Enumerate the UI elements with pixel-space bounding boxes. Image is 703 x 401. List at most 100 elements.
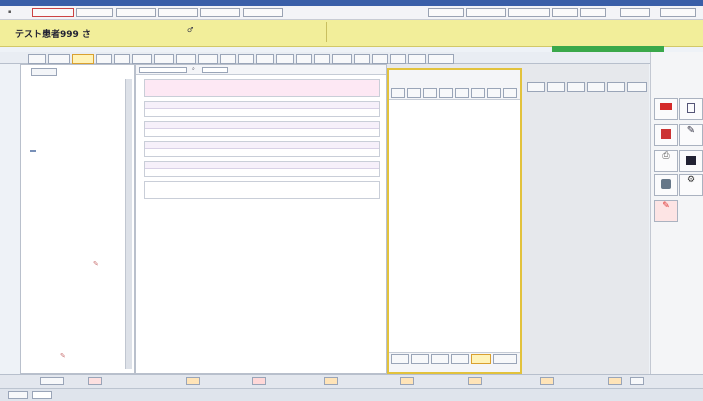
status-left-2[interactable] <box>32 391 52 399</box>
patient-header: テスト患者999 さ ♂ <box>0 20 703 47</box>
right-tool-6[interactable] <box>627 82 647 92</box>
editor-tool-8[interactable] <box>503 88 517 98</box>
tab-11[interactable] <box>238 54 254 64</box>
main-tab-row <box>0 52 650 64</box>
menubar: ▪ <box>0 6 703 20</box>
tab-12[interactable] <box>256 54 274 64</box>
tab-18[interactable] <box>372 54 388 64</box>
tab-1[interactable] <box>28 54 46 64</box>
tree-scrollbar[interactable] <box>125 79 132 369</box>
menu-button-12[interactable] <box>620 8 650 17</box>
menu-button-4[interactable] <box>158 8 198 17</box>
red-mark-icon[interactable]: ✎ <box>654 200 678 222</box>
tab-6[interactable] <box>132 54 152 64</box>
note-date <box>145 162 379 169</box>
menu-button-7[interactable] <box>428 8 464 17</box>
tree-item-selected[interactable] <box>30 150 36 152</box>
tab-13[interactable] <box>276 54 294 64</box>
tab-8[interactable] <box>176 54 196 64</box>
menu-button-6[interactable] <box>243 8 283 17</box>
menu-button-5[interactable] <box>200 8 240 17</box>
tree-items <box>22 78 122 374</box>
tab-21[interactable] <box>428 54 454 64</box>
editor-tool-3[interactable] <box>423 88 437 98</box>
header-right-box <box>326 22 386 42</box>
editor-text-area[interactable] <box>389 101 520 341</box>
right-tool-4[interactable] <box>587 82 605 92</box>
menu-button-11[interactable] <box>580 8 606 17</box>
menu-button-9[interactable] <box>508 8 550 17</box>
note-card[interactable] <box>144 141 380 157</box>
editor-bottom-tabs <box>389 352 520 372</box>
notes-filter-button[interactable] <box>202 67 228 73</box>
search-icon[interactable]: ⌕ <box>192 66 195 72</box>
tab-7[interactable] <box>154 54 174 64</box>
bottom-tab-2[interactable] <box>88 377 102 385</box>
tab-16[interactable] <box>332 54 352 64</box>
bottom-tab-10[interactable] <box>630 377 644 385</box>
notes-filter-input[interactable] <box>139 67 187 73</box>
tab-10[interactable] <box>220 54 236 64</box>
editor-tool-2[interactable] <box>407 88 421 98</box>
note-header-text <box>145 80 379 84</box>
bottom-tab-8[interactable] <box>540 377 554 385</box>
editor-tool-7[interactable] <box>487 88 501 98</box>
menu-button-10[interactable] <box>552 8 578 17</box>
tab-17[interactable] <box>354 54 370 64</box>
minimize-icon[interactable]: ▪ <box>8 9 11 15</box>
disk-icon[interactable] <box>654 174 678 196</box>
right-tool-1[interactable] <box>527 82 545 92</box>
editor-tab-5[interactable] <box>471 354 491 364</box>
settings-icon[interactable]: ⚙ <box>679 174 703 196</box>
note-card[interactable] <box>144 121 380 137</box>
tab-5[interactable] <box>114 54 130 64</box>
note-card-header[interactable] <box>144 79 380 97</box>
bottom-tab-3[interactable] <box>186 377 200 385</box>
editor-tab-6[interactable] <box>493 354 517 364</box>
bottom-tab-4[interactable] <box>252 377 266 385</box>
printer-icon[interactable]: ⎙ <box>654 150 678 172</box>
editor-tool-5[interactable] <box>455 88 469 98</box>
note-date <box>145 122 379 129</box>
document-icon[interactable] <box>679 98 703 120</box>
right-tool-5[interactable] <box>607 82 625 92</box>
note-card[interactable] <box>144 181 380 199</box>
bottom-tab-1[interactable] <box>40 377 64 385</box>
calendar-icon[interactable] <box>654 124 678 146</box>
bottom-tab-5[interactable] <box>324 377 338 385</box>
editor-tab-1[interactable] <box>391 354 409 364</box>
editor-tool-1[interactable] <box>391 88 405 98</box>
tab-19[interactable] <box>390 54 406 64</box>
editor-tab-2[interactable] <box>411 354 429 364</box>
note-card[interactable] <box>144 161 380 177</box>
tab-15[interactable] <box>314 54 330 64</box>
menu-button-3[interactable] <box>116 8 156 17</box>
patient-name: テスト患者999 さ <box>15 30 91 40</box>
editor-tool-6[interactable] <box>471 88 485 98</box>
right-tool-3[interactable] <box>567 82 585 92</box>
editor-tool-4[interactable] <box>439 88 453 98</box>
tab-3[interactable] <box>72 54 94 64</box>
tab-20[interactable] <box>408 54 426 64</box>
bottom-tab-7[interactable] <box>468 377 482 385</box>
tab-9[interactable] <box>198 54 218 64</box>
bottom-tab-6[interactable] <box>400 377 414 385</box>
tab-14[interactable] <box>296 54 312 64</box>
menu-button-2[interactable] <box>76 8 113 17</box>
menu-button-1[interactable] <box>32 8 74 17</box>
status-left-1[interactable] <box>8 391 28 399</box>
list-icon[interactable] <box>679 150 703 172</box>
red-square-icon[interactable] <box>654 98 678 120</box>
tree-header-button[interactable] <box>31 68 57 76</box>
tab-2[interactable] <box>48 54 70 64</box>
bottom-tab-9[interactable] <box>608 377 622 385</box>
note-card[interactable] <box>144 101 380 117</box>
menu-button-8[interactable] <box>466 8 506 17</box>
tab-4[interactable] <box>96 54 112 64</box>
editor-tab-3[interactable] <box>431 354 449 364</box>
tool-label-lines <box>654 56 694 92</box>
menu-button-13[interactable] <box>660 8 696 17</box>
right-tool-2[interactable] <box>547 82 565 92</box>
editor-tab-4[interactable] <box>451 354 469 364</box>
pen-icon[interactable]: ✎ <box>679 124 703 146</box>
